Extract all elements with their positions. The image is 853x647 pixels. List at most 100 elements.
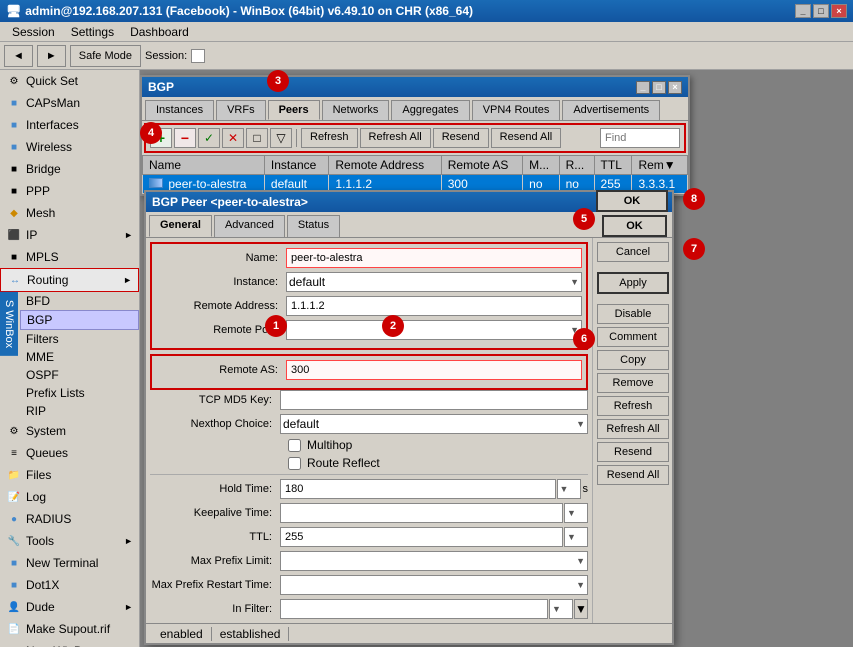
copy-tool-button[interactable]: □ — [246, 128, 268, 148]
sidebar-label-tools: Tools — [26, 534, 54, 548]
sidebar-item-bridge[interactable]: ■ Bridge — [0, 158, 139, 180]
resend-all-button[interactable]: Resend All — [597, 465, 669, 485]
max-prefix-limit-select[interactable]: ▼ — [280, 551, 588, 571]
tcp-md5-input[interactable] — [280, 390, 588, 410]
sidebar-item-queues[interactable]: ≡ Queues — [0, 442, 139, 464]
max-prefix-restart-select[interactable]: ▼ — [280, 575, 588, 595]
ok-button[interactable]: OK — [602, 215, 667, 237]
sidebar-item-system[interactable]: ⚙ System — [0, 420, 139, 442]
sidebar-item-routing[interactable]: ↔ Routing ► — [0, 268, 139, 292]
submenu-rip[interactable]: RIP — [20, 402, 139, 420]
routing-arrow: ► — [123, 275, 132, 285]
submenu-prefix-lists[interactable]: Prefix Lists — [20, 384, 139, 402]
refresh-button[interactable]: Refresh — [597, 396, 669, 416]
sidebar-item-dude[interactable]: 👤 Dude ► — [0, 596, 139, 618]
title-bar-text: admin@192.168.207.131 (Facebook) - WinBo… — [25, 4, 473, 18]
submenu-bgp[interactable]: BGP — [20, 310, 139, 330]
interfaces-icon: ■ — [6, 117, 22, 133]
sidebar-item-files[interactable]: 📁 Files — [0, 464, 139, 486]
tab-peers[interactable]: Peers — [268, 100, 320, 120]
sidebar-item-interfaces[interactable]: ■ Interfaces — [0, 114, 139, 136]
instance-select[interactable]: default ▼ — [286, 272, 582, 292]
hold-time-input[interactable] — [280, 479, 556, 499]
close-button[interactable]: × — [831, 4, 847, 18]
tab-networks[interactable]: Networks — [322, 100, 390, 120]
remove-peer-button[interactable]: − — [174, 128, 196, 148]
route-reflect-checkbox[interactable] — [288, 457, 301, 470]
ppp-icon: ■ — [6, 183, 22, 199]
in-filter-select[interactable]: ▼ — [549, 599, 573, 619]
apply-button[interactable]: Apply — [597, 272, 669, 294]
sidebar-item-capsman[interactable]: ■ CAPsMan — [0, 92, 139, 114]
submenu-filters[interactable]: Filters — [20, 330, 139, 348]
bgp-close-btn[interactable]: × — [668, 81, 682, 94]
comment-button[interactable]: Comment — [597, 327, 669, 347]
minimize-button[interactable]: _ — [795, 4, 811, 18]
tab-advertisements[interactable]: Advertisements — [562, 100, 660, 120]
sidebar-item-mesh[interactable]: ◆ Mesh — [0, 202, 139, 224]
sidebar-item-ppp[interactable]: ■ PPP — [0, 180, 139, 202]
cancel-button[interactable]: Cancel — [597, 242, 669, 262]
sidebar-item-radius[interactable]: ● RADIUS — [0, 508, 139, 530]
tab-instances[interactable]: Instances — [145, 100, 214, 120]
sidebar-item-new-terminal[interactable]: ■ New Terminal — [0, 552, 139, 574]
submenu-mme[interactable]: MME — [20, 348, 139, 366]
remote-port-select[interactable]: ▼ — [286, 320, 582, 340]
menu-session[interactable]: Session — [4, 23, 63, 41]
tab-vrfs[interactable]: VRFs — [216, 100, 266, 120]
ttl-input[interactable] — [280, 527, 563, 547]
keepalive-input[interactable] — [280, 503, 563, 523]
sidebar-item-log[interactable]: 📝 Log — [0, 486, 139, 508]
multihop-checkbox[interactable] — [288, 439, 301, 452]
remove-button[interactable]: Remove — [597, 373, 669, 393]
ok-button-main[interactable]: OK — [596, 190, 668, 212]
submenu-ospf[interactable]: OSPF — [20, 366, 139, 384]
tab-aggregates[interactable]: Aggregates — [391, 100, 469, 120]
resend-button[interactable]: Resend — [597, 442, 669, 462]
sidebar-item-quick-set[interactable]: ⚙ Quick Set — [0, 70, 139, 92]
sidebar-label-capsman: CAPsMan — [26, 96, 80, 110]
disable-button[interactable]: Disable — [597, 304, 669, 324]
sidebar-item-make-supout[interactable]: 📄 Make Supout.rif — [0, 618, 139, 640]
enable-button[interactable]: ✓ — [198, 128, 220, 148]
bgp-resend-all-button[interactable]: Resend All — [491, 128, 562, 148]
peer-tab-status[interactable]: Status — [287, 215, 340, 237]
in-filter-scroll-down[interactable]: ▼ — [574, 599, 588, 619]
in-filter-input[interactable] — [280, 599, 548, 619]
peer-title-text: BGP Peer <peer-to-alestra> — [152, 195, 308, 209]
copy-button[interactable]: Copy — [597, 350, 669, 370]
filter-button[interactable]: ▽ — [270, 128, 292, 148]
sidebar-item-new-winbox[interactable]: ■ New WinBox — [0, 640, 139, 647]
bgp-maximize-btn[interactable]: □ — [652, 81, 666, 94]
bgp-refresh-button[interactable]: Refresh — [301, 128, 358, 148]
remote-as-input[interactable] — [286, 360, 582, 380]
sidebar-item-wireless[interactable]: ■ Wireless — [0, 136, 139, 158]
nexthop-select[interactable]: default ▼ — [280, 414, 588, 434]
back-button[interactable]: ◄ — [4, 45, 33, 67]
tab-vpn4-routes[interactable]: VPN4 Routes — [472, 100, 561, 120]
name-input[interactable] — [286, 248, 582, 268]
sidebar-item-dot1x[interactable]: ■ Dot1X — [0, 574, 139, 596]
submenu-bfd[interactable]: BFD — [20, 292, 139, 310]
menu-dashboard[interactable]: Dashboard — [122, 23, 197, 41]
sidebar-item-ip[interactable]: ⬛ IP ► — [0, 224, 139, 246]
bgp-refresh-all-button[interactable]: Refresh All — [360, 128, 431, 148]
remote-address-input[interactable] — [286, 296, 582, 316]
peer-tab-general[interactable]: General — [149, 215, 212, 237]
session-checkbox[interactable] — [191, 49, 205, 63]
hold-time-select[interactable]: ▼ — [557, 479, 581, 499]
peer-tab-advanced[interactable]: Advanced — [214, 215, 285, 237]
refresh-all-button[interactable]: Refresh All — [597, 419, 669, 439]
maximize-button[interactable]: □ — [813, 4, 829, 18]
bgp-resend-button[interactable]: Resend — [433, 128, 489, 148]
bgp-minimize-btn[interactable]: _ — [636, 81, 650, 94]
disable-button[interactable]: ✕ — [222, 128, 244, 148]
ttl-select[interactable]: ▼ — [564, 527, 588, 547]
safe-mode-button[interactable]: Safe Mode — [70, 45, 141, 67]
sidebar-item-tools[interactable]: 🔧 Tools ► — [0, 530, 139, 552]
find-input[interactable] — [600, 128, 680, 148]
keepalive-select[interactable]: ▼ — [564, 503, 588, 523]
sidebar-item-mpls[interactable]: ■ MPLS — [0, 246, 139, 268]
forward-button[interactable]: ► — [37, 45, 66, 67]
menu-settings[interactable]: Settings — [63, 23, 122, 41]
